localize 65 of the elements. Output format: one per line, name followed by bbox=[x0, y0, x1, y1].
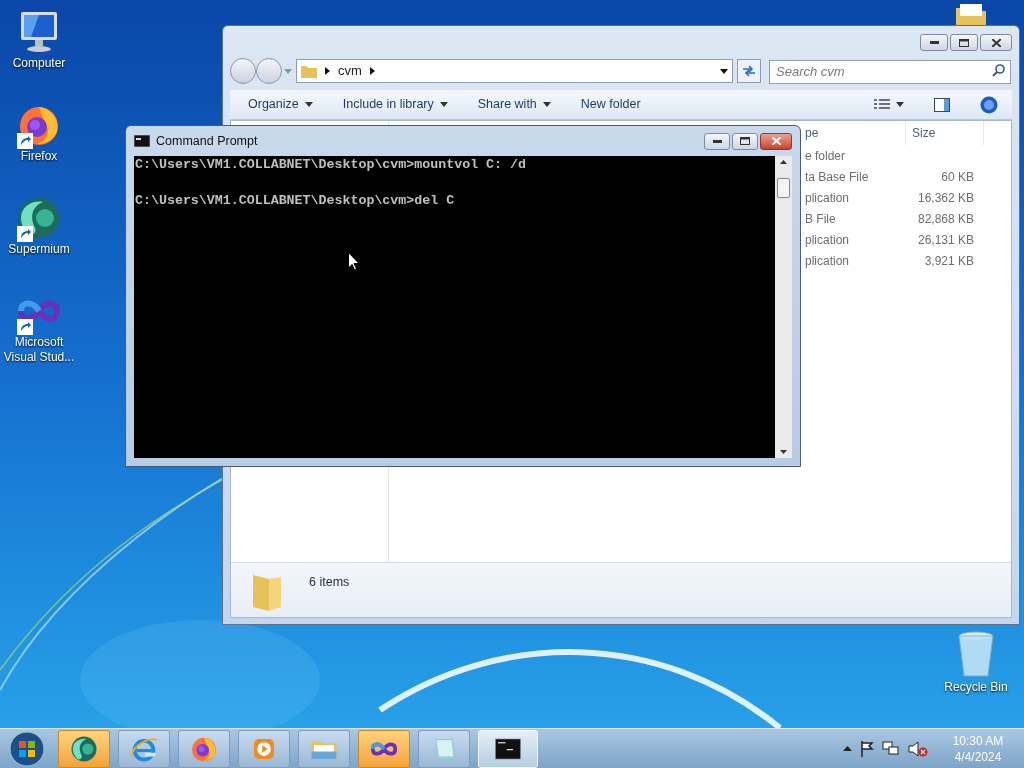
cursor-icon bbox=[348, 252, 360, 271]
scroll-up-icon bbox=[780, 160, 787, 164]
toolbar-button[interactable]: Include in library bbox=[342, 95, 448, 114]
breadcrumb-item[interactable]: cvm bbox=[338, 61, 362, 81]
network-icon bbox=[882, 740, 900, 757]
file-type-cell-text: plication bbox=[805, 189, 851, 207]
recycle-bin-icon bbox=[956, 630, 996, 678]
caret-icon bbox=[284, 68, 292, 74]
desktop-icon-label[interactable]: Supermium bbox=[8, 242, 70, 257]
maximize-button[interactable] bbox=[950, 34, 978, 51]
desktop-icon-label[interactable]: Computer bbox=[12, 56, 66, 71]
item-count: 6 items bbox=[309, 574, 350, 591]
file-type-cell-text: plication bbox=[805, 231, 851, 249]
list-view-icon bbox=[874, 98, 890, 111]
caret-icon bbox=[720, 68, 728, 74]
minimize-button[interactable] bbox=[704, 132, 730, 150]
maximize-icon bbox=[959, 38, 969, 47]
show-hidden-icons-icon bbox=[843, 746, 852, 751]
folder-icon bbox=[954, 4, 988, 26]
scrollbar[interactable] bbox=[775, 156, 792, 458]
scroll-thumb[interactable] bbox=[777, 178, 790, 198]
minimize-icon bbox=[712, 139, 722, 143]
minimize-button[interactable] bbox=[920, 34, 948, 51]
file-type-cell-text: B File bbox=[805, 210, 837, 228]
close-icon bbox=[991, 38, 1001, 47]
file-size-cell-text: 60 KB bbox=[941, 168, 974, 186]
toolbar-button[interactable]: New folder bbox=[580, 95, 641, 114]
console-line: C:\Users\VM1.COLLABNET\Desktop\cvm>mountvol C: /d bbox=[135, 156, 527, 174]
toolbar-button[interactable]: Share with bbox=[477, 95, 551, 114]
file-size-cell-text: 3,921 KB bbox=[924, 252, 974, 270]
file-type-cell-text: e folder bbox=[805, 147, 847, 165]
close-button[interactable] bbox=[760, 132, 792, 150]
console-line: C:\Users\VM1.COLLABNET\Desktop\cvm>del C bbox=[135, 192, 456, 210]
preview-pane-button[interactable] bbox=[934, 97, 950, 112]
column-header[interactable]: pe bbox=[805, 121, 906, 145]
file-size-cell-text: 16,362 KB bbox=[917, 189, 974, 207]
maximize-icon bbox=[740, 137, 750, 145]
close-icon bbox=[771, 137, 781, 145]
toolbar-button[interactable]: Organize bbox=[248, 95, 313, 114]
maximize-button[interactable] bbox=[732, 132, 758, 150]
file-type-cell-text: plication bbox=[805, 252, 851, 270]
desktop-icon-label[interactable]: Firefox bbox=[20, 149, 58, 164]
folder-icon bbox=[301, 64, 317, 78]
search-field[interactable]: Search cvm bbox=[769, 59, 1011, 84]
column-header[interactable]: Size bbox=[906, 121, 984, 145]
window-title: Command Prompt bbox=[156, 132, 258, 150]
chevron-icon bbox=[369, 67, 375, 75]
console-icon bbox=[134, 135, 150, 147]
file-size-cell-text: 82,868 KB bbox=[917, 210, 974, 228]
file-type-cell-text: ta Base File bbox=[805, 168, 870, 186]
address-bar[interactable]: cvm bbox=[296, 59, 733, 83]
caret-icon bbox=[896, 102, 904, 107]
close-button[interactable] bbox=[980, 34, 1012, 51]
chevron-icon bbox=[325, 67, 330, 75]
scroll-down-icon bbox=[780, 450, 787, 454]
windows-logo-icon bbox=[9, 730, 45, 767]
search-icon bbox=[992, 64, 1005, 77]
file-size-cell-text: 26,131 KB bbox=[917, 231, 974, 249]
desktop-icon-label[interactable]: Microsoft Visual Stud... bbox=[0, 335, 78, 365]
refresh-button[interactable] bbox=[737, 59, 761, 83]
flag-icon bbox=[860, 740, 874, 757]
pane-icon bbox=[934, 97, 950, 112]
minimize-icon bbox=[929, 41, 939, 44]
view-options-button[interactable] bbox=[874, 98, 904, 111]
refresh-icon bbox=[742, 65, 756, 77]
